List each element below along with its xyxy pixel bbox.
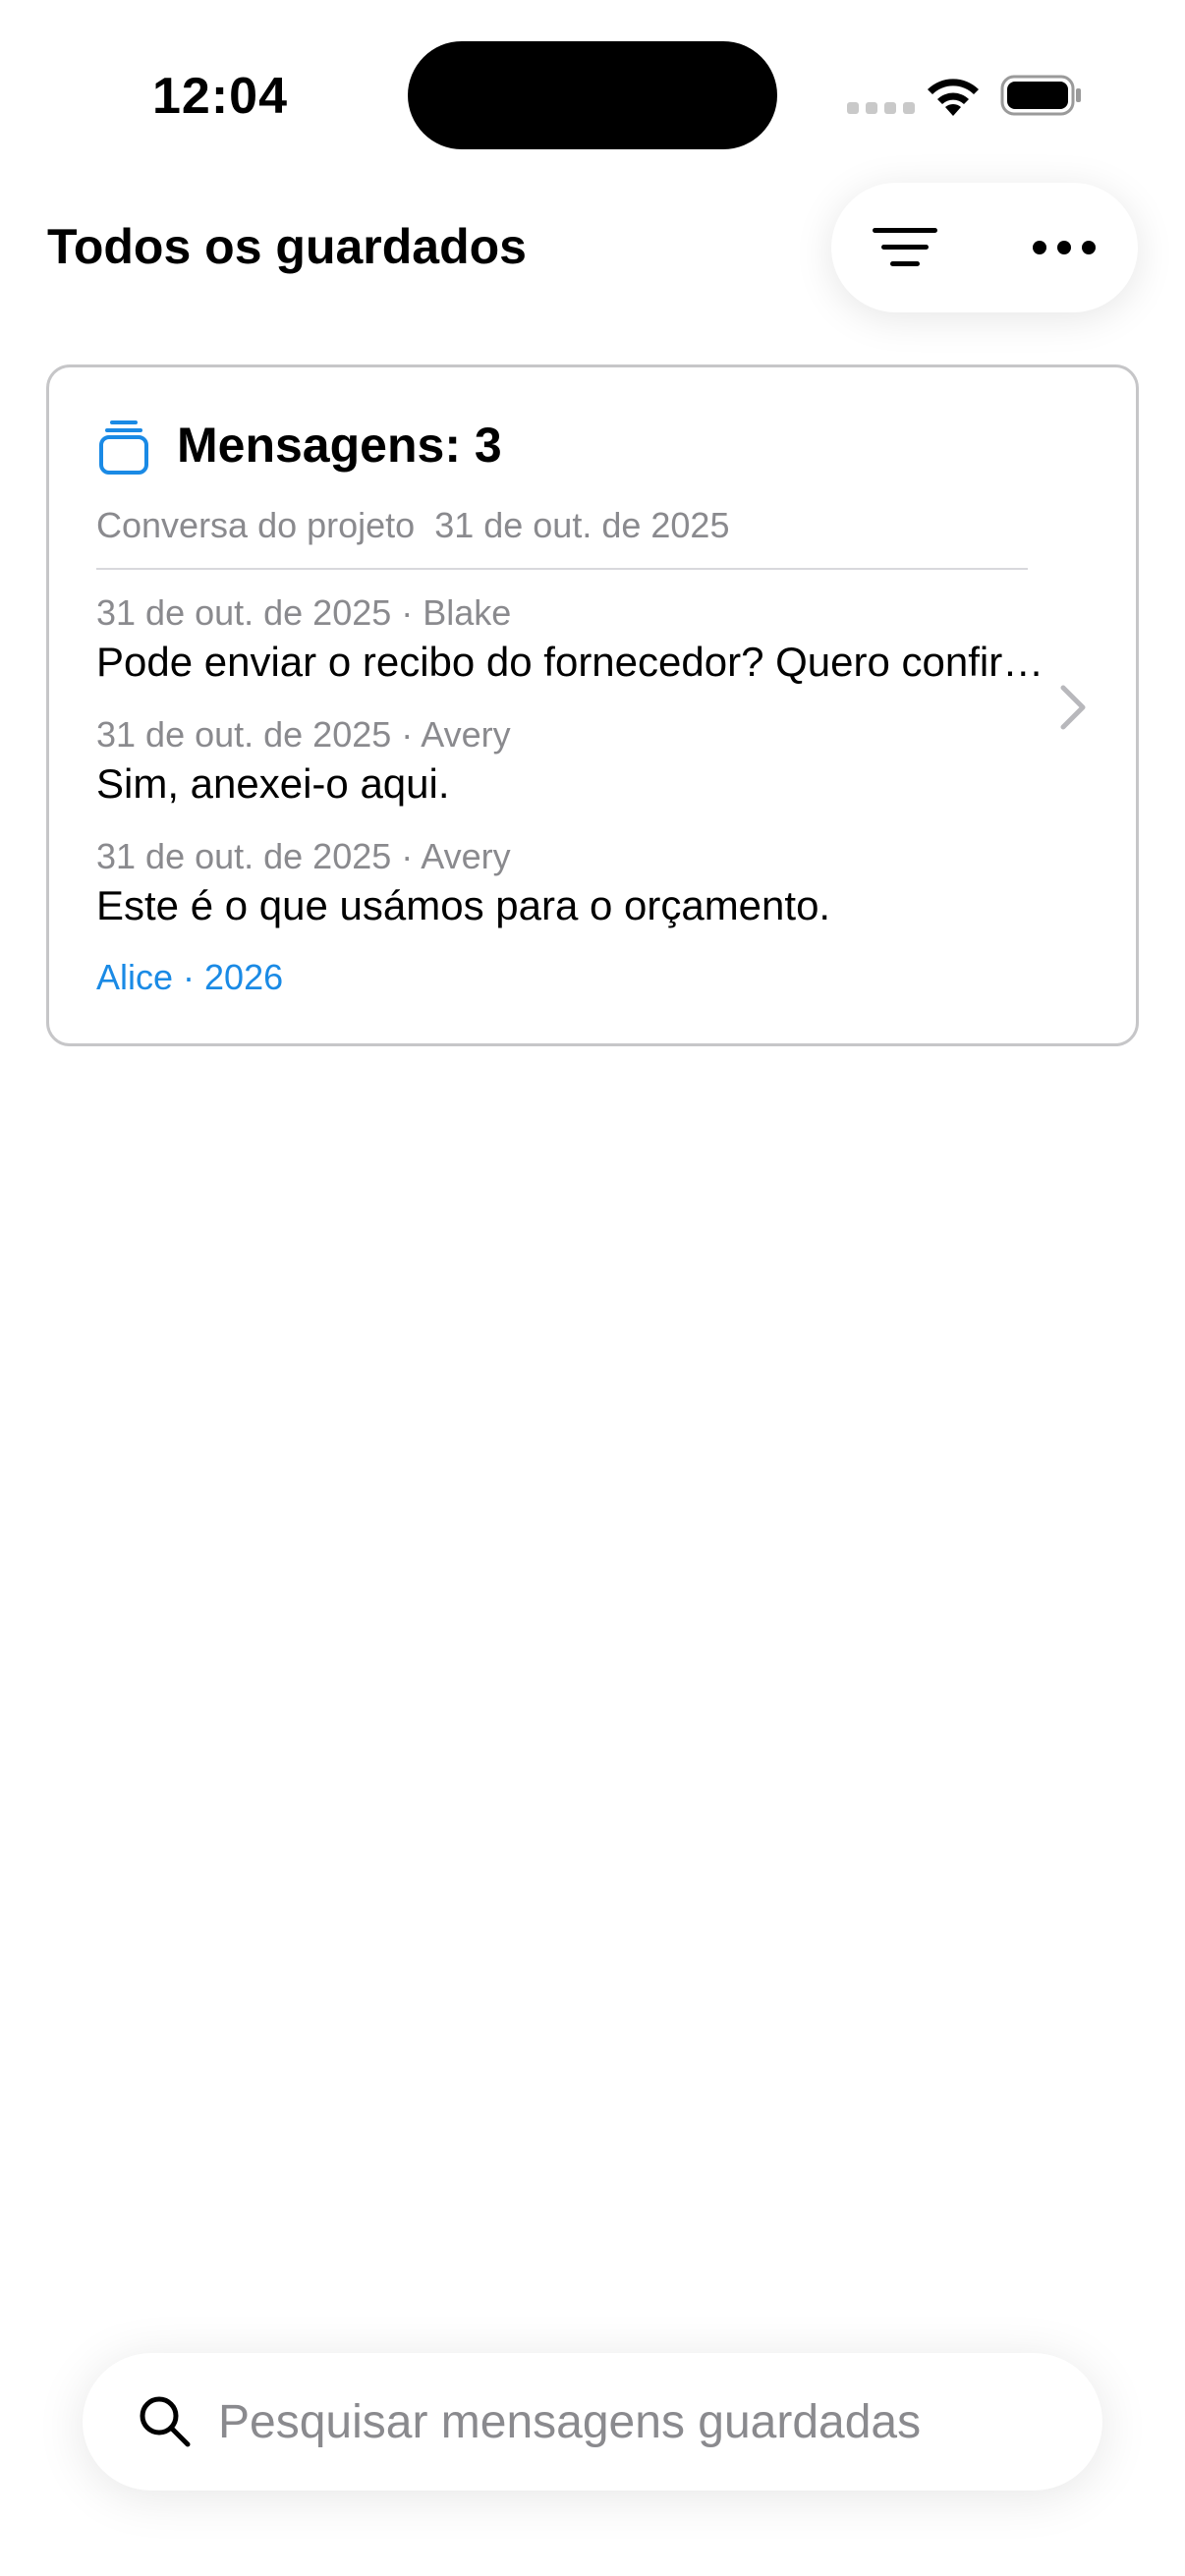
message-meta: 31 de out. de 2025 · Blake xyxy=(96,592,512,633)
chevron-right-icon xyxy=(1060,685,1086,730)
toolbar-pill xyxy=(831,183,1138,312)
message-meta: 31 de out. de 2025 · Avery xyxy=(96,714,511,755)
more-button[interactable] xyxy=(1000,183,1128,312)
message-item: 31 de out. de 2025 · Avery Este é o que … xyxy=(96,835,1059,933)
search-input[interactable] xyxy=(218,2382,1063,2461)
filter-icon xyxy=(873,228,937,266)
wifi-icon xyxy=(928,79,979,116)
message-item: 31 de out. de 2025 · Avery Sim, anexei-o… xyxy=(96,713,1059,812)
dynamic-island xyxy=(408,41,777,149)
status-time: 12:04 xyxy=(152,68,288,125)
message-meta: 31 de out. de 2025 · Avery xyxy=(96,836,511,876)
message-item: 31 de out. de 2025 · Blake Pode enviar o… xyxy=(96,591,1059,690)
battery-icon xyxy=(1000,75,1081,116)
card-subtitle: Conversa do projeto 31 de out. de 2025 xyxy=(96,505,730,545)
stack-icon xyxy=(99,420,148,475)
status-bar: 12:04 xyxy=(0,0,1185,187)
more-icon xyxy=(1033,241,1096,254)
card-title: Mensagens: 3 xyxy=(177,418,502,473)
card-divider xyxy=(96,568,1028,570)
message-text: Pode enviar o recibo do fornecedor? Quer… xyxy=(96,639,1047,685)
saved-messages-card[interactable]: Mensagens: 3 Conversa do projeto 31 de o… xyxy=(46,364,1139,1046)
search-bar[interactable] xyxy=(83,2353,1102,2491)
filter-button[interactable] xyxy=(841,183,969,312)
card-footer: Alice · 2026 xyxy=(96,957,284,997)
signal-icon xyxy=(847,102,915,114)
message-text: Este é o que usámos para o orçamento. xyxy=(96,882,831,928)
message-text: Sim, anexei-o aqui. xyxy=(96,760,450,807)
search-icon xyxy=(140,2396,191,2447)
page-title: Todos os guardados xyxy=(47,219,527,274)
